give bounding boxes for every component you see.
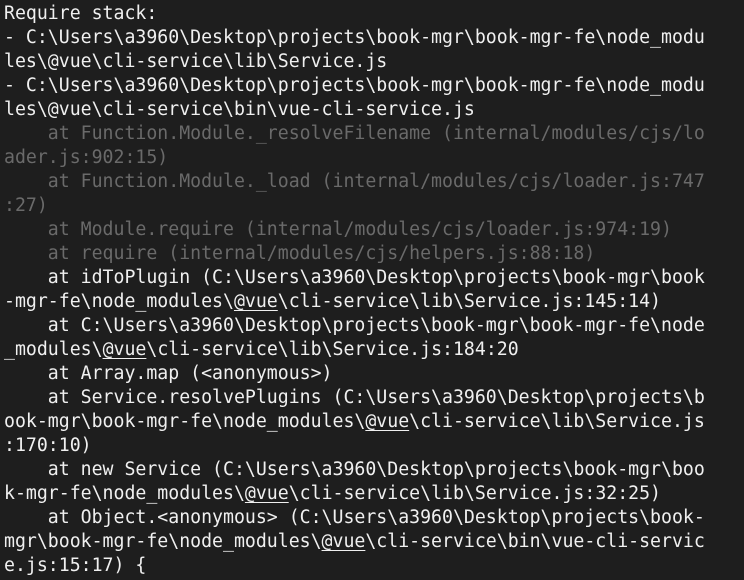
stack-line: _modules\@vue\cli-service\lib\Service.js… <box>4 338 744 362</box>
stack-text: \cli-service\lib\Service.js:145:14) <box>277 291 662 312</box>
stack-line-internal: :27) <box>4 194 744 218</box>
stack-text: ook-mgr\book-mgr-fe\node_modules\ <box>4 411 366 432</box>
stack-line: at Object.<anonymous> (C:\Users\a3960\De… <box>4 506 744 530</box>
stack-line-internal: at require (internal/modules/cjs/helpers… <box>4 242 744 266</box>
package-scope-link[interactable]: @vue <box>322 531 366 552</box>
stack-line: :170:10) <box>4 434 744 458</box>
stack-line: at Array.map (<anonymous>) <box>4 362 744 386</box>
stack-line: at Service.resolvePlugins (C:\Users\a396… <box>4 386 744 410</box>
stack-text: - C:\Users\a3960\Desktop\projects\book-m… <box>4 75 705 96</box>
stack-text: at Array.map (<anonymous>) <box>4 363 333 384</box>
stack-text: at Service.resolvePlugins (C:\Users\a396… <box>4 387 705 408</box>
stack-line-internal: at Function.Module._load (internal/modul… <box>4 170 744 194</box>
stack-text: les\@vue\cli-service\bin\vue-cli-service… <box>4 99 475 120</box>
package-scope-link[interactable]: @vue <box>103 339 147 360</box>
stack-line-internal: at Function.Module._resolveFilename (int… <box>4 122 744 146</box>
stack-line: at new Service (C:\Users\a3960\Desktop\p… <box>4 458 744 482</box>
stack-text: ader.js:902:15) <box>4 147 169 168</box>
stack-line-internal: at Module.require (internal/modules/cjs/… <box>4 218 744 242</box>
package-scope-link[interactable]: @vue <box>365 411 409 432</box>
stack-text: at Object.<anonymous> (C:\Users\a3960\De… <box>4 507 705 528</box>
stack-text: e.js:15:17) { <box>4 555 147 576</box>
stack-line: at idToPlugin (C:\Users\a3960\Desktop\pr… <box>4 266 744 290</box>
stack-line: -mgr-fe\node_modules\@vue\cli-service\li… <box>4 290 744 314</box>
stack-text: mgr\book-mgr-fe\node_modules\ <box>4 531 322 552</box>
package-scope-link[interactable]: @vue <box>234 291 278 312</box>
stack-text: - C:\Users\a3960\Desktop\projects\book-m… <box>4 27 705 48</box>
stack-text: \cli-service\lib\Service.js:32:25) <box>288 483 662 504</box>
stack-text: \cli-service\lib\Service.js <box>409 411 705 432</box>
stack-line: les\@vue\cli-service\bin\vue-cli-service… <box>4 98 744 122</box>
stack-text: at new Service (C:\Users\a3960\Desktop\p… <box>4 459 705 480</box>
stack-text: :27) <box>4 195 48 216</box>
stack-text: les\@vue\cli-service\lib\Service.js <box>4 51 388 72</box>
package-scope-link[interactable]: @vue <box>245 483 289 504</box>
stack-text: _modules\ <box>4 339 103 360</box>
stack-text: Require stack: <box>4 3 158 24</box>
stack-line: - C:\Users\a3960\Desktop\projects\book-m… <box>4 74 744 98</box>
stack-text: at require (internal/modules/cjs/helpers… <box>4 243 596 264</box>
stack-line: Require stack: <box>4 2 744 26</box>
stack-line: - C:\Users\a3960\Desktop\projects\book-m… <box>4 26 744 50</box>
stack-text: -mgr-fe\node_modules\ <box>4 291 234 312</box>
stack-text: \cli-service\lib\Service.js:184:20 <box>146 339 519 360</box>
terminal-output[interactable]: Require stack: - C:\Users\a3960\Desktop\p… <box>0 0 744 580</box>
stack-line-internal: ader.js:902:15) <box>4 146 744 170</box>
stack-line: e.js:15:17) { <box>4 554 744 578</box>
stack-text: at Function.Module._load (internal/modul… <box>4 171 705 192</box>
stack-line: at C:\Users\a3960\Desktop\projects\book-… <box>4 314 744 338</box>
stack-text: at idToPlugin (C:\Users\a3960\Desktop\pr… <box>4 267 705 288</box>
stack-text: \cli-service\bin\vue-cli-servic <box>365 531 705 552</box>
stack-text: :170:10) <box>4 435 92 456</box>
stack-text: at Module.require (internal/modules/cjs/… <box>4 219 672 240</box>
stack-text: at Function.Module._resolveFilename (int… <box>4 123 705 144</box>
stack-line: k-mgr-fe\node_modules\@vue\cli-service\l… <box>4 482 744 506</box>
stack-text: at C:\Users\a3960\Desktop\projects\book-… <box>4 315 705 336</box>
stack-line: ook-mgr\book-mgr-fe\node_modules\@vue\cl… <box>4 410 744 434</box>
stack-line: mgr\book-mgr-fe\node_modules\@vue\cli-se… <box>4 530 744 554</box>
stack-line: les\@vue\cli-service\lib\Service.js <box>4 50 744 74</box>
stack-text: k-mgr-fe\node_modules\ <box>4 483 245 504</box>
